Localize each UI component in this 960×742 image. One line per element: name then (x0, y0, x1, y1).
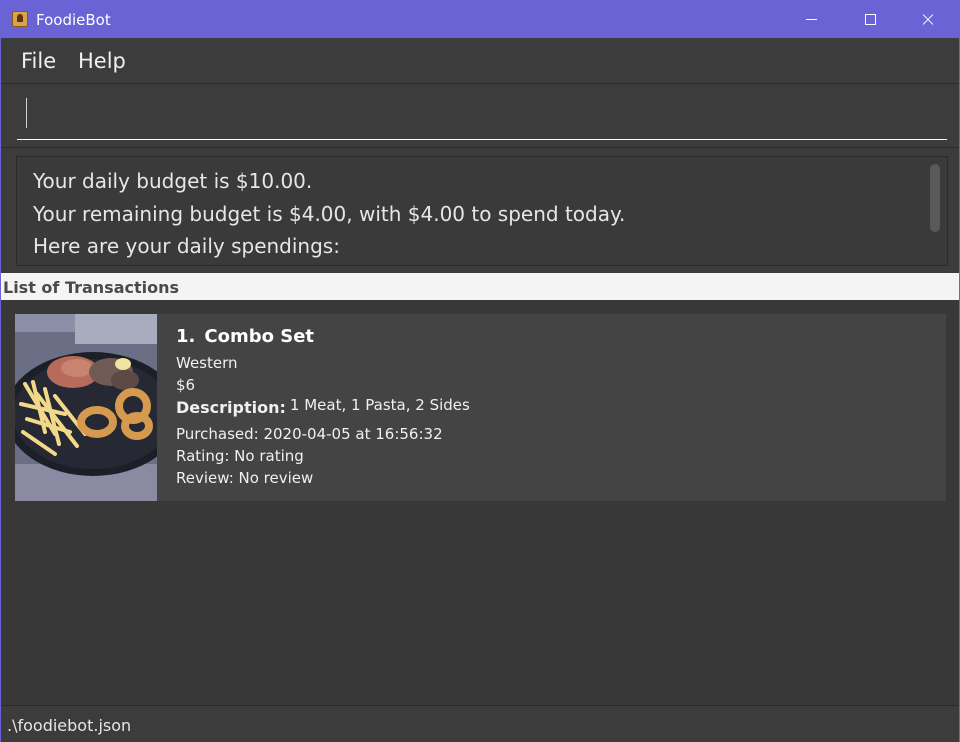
text-caret (26, 98, 27, 128)
food-image (15, 314, 157, 501)
save-file-path: .\foodiebot.json (7, 716, 132, 735)
menu-file[interactable]: File (21, 49, 56, 73)
list-header-title: List of Transactions (3, 278, 180, 297)
menu-help[interactable]: Help (78, 49, 126, 73)
command-box (1, 84, 959, 148)
transaction-purchased: Purchased: 2020-04-05 at 16:56:32 (176, 425, 443, 443)
app-icon (12, 11, 28, 27)
description-label: Description: (176, 398, 286, 417)
transaction-index: 1. (176, 326, 196, 347)
minimize-button[interactable] (783, 1, 841, 38)
result-display[interactable]: Your daily budget is $10.00. Your remain… (16, 156, 948, 266)
transaction-category: Western (176, 354, 238, 372)
transaction-list[interactable]: 1. Combo Set Western $6 Description: 1 Mea… (1, 300, 959, 705)
result-line: Your daily budget is $10.00. (33, 169, 313, 193)
transaction-name: Combo Set (204, 326, 315, 347)
command-input[interactable] (17, 88, 947, 140)
result-line: Your remaining budget is $4.00, with $4.… (33, 202, 626, 226)
result-line: Here are your daily spendings: (33, 234, 340, 258)
maximize-button[interactable] (841, 1, 899, 38)
transaction-price: $6 (176, 376, 196, 394)
description-value: 1 Meat, 1 Pasta, 2 Sides (289, 396, 470, 414)
transaction-title: 1. Combo Set (176, 326, 314, 347)
window-title: FoodieBot (36, 11, 111, 29)
transaction-description: Description: 1 Meat, 1 Pasta, 2 Sides (176, 396, 470, 417)
close-button[interactable] (899, 1, 957, 38)
transaction-review: Review: No review (176, 469, 314, 487)
app-window: FoodieBot File Help Your daily budget is… (0, 0, 960, 742)
result-scrollbar[interactable] (930, 164, 940, 232)
list-header: List of Transactions (1, 273, 959, 300)
menu-bar: File Help (1, 38, 959, 84)
transaction-rating: Rating: No rating (176, 447, 304, 465)
status-bar: .\foodiebot.json (1, 705, 959, 742)
transaction-card[interactable]: 1. Combo Set Western $6 Description: 1 Mea… (15, 314, 946, 501)
title-bar[interactable]: FoodieBot (1, 1, 959, 38)
